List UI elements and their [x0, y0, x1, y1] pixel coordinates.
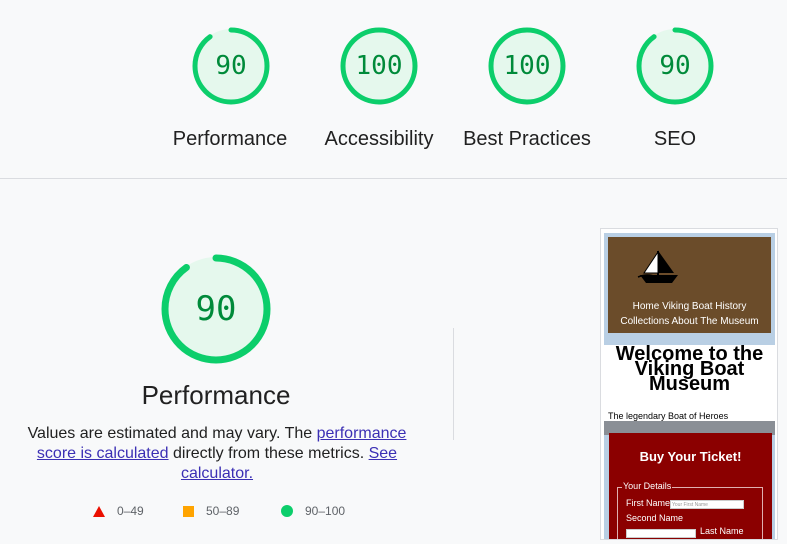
circle-icon: [281, 505, 293, 517]
square-icon: [183, 505, 194, 517]
gauge-score: 90: [215, 51, 247, 81]
gauge-label-best-practices: Best Practices: [463, 128, 591, 150]
legend-range: 0–49: [117, 504, 144, 518]
performance-gauge-large: 90: [160, 253, 272, 365]
first-name-input: Your First Name: [670, 500, 744, 509]
gauge-accessibility[interactable]: 100: [339, 26, 419, 106]
ship-logo-icon: [637, 250, 678, 283]
first-name-label: First Name: [626, 498, 671, 508]
nav-line: Home Viking Boat History: [632, 301, 747, 312]
vertical-divider: [453, 328, 454, 440]
gauge-label-performance: Performance: [172, 128, 288, 150]
performance-title: Performance: [141, 380, 291, 410]
section-divider: [0, 178, 787, 179]
category-summary: 90 Performance 100 Accessibility 100 Bes…: [0, 0, 787, 178]
gauge-best-practices[interactable]: 100: [487, 26, 567, 106]
screenshot-heading: Welcome to the Viking Boat Museum: [615, 343, 764, 395]
description-text: directly from these metrics.: [168, 445, 369, 462]
description-text: Values are estimated and may vary. The: [27, 425, 317, 442]
fieldset-legend: Your Details: [622, 481, 673, 491]
screenshot-welcome: Welcome to the Viking Boat Museum The le…: [604, 343, 775, 433]
gauge-seo[interactable]: 90: [635, 26, 715, 106]
gauge-score: 90: [659, 51, 691, 81]
performance-description: Values are estimated and may vary. The p…: [22, 424, 412, 484]
gauge-score: 100: [503, 51, 551, 81]
second-name-label: Second Name: [626, 513, 684, 523]
legend-average: 50–89: [183, 503, 239, 519]
legend-range: 90–100: [305, 504, 346, 518]
gauge-label-accessibility: Accessibility: [324, 128, 434, 150]
screenshot-nav: Home Viking Boat History Collections Abo…: [608, 299, 771, 329]
ticket-title: Buy Your Ticket!: [639, 449, 742, 464]
performance-score: 90: [195, 289, 237, 329]
legend-range: 50–89: [206, 504, 240, 518]
screenshot-ticket-section: Buy Your Ticket! Your Details First Name…: [609, 433, 772, 539]
screenshot-page: Home Viking Boat History Collections Abo…: [604, 233, 775, 539]
gauge-performance[interactable]: 90: [191, 26, 271, 106]
final-screenshot[interactable]: Home Viking Boat History Collections Abo…: [600, 228, 778, 540]
gauge-label-seo: SEO: [653, 128, 697, 150]
legend-pass: 90–100: [281, 503, 345, 519]
gauge-score: 100: [355, 51, 403, 81]
legend-fail: 0–49: [93, 503, 144, 519]
second-name-input: [626, 529, 696, 538]
screenshot-tagline: The legendary Boat of Heroes: [608, 411, 729, 421]
nav-line: Collections About The Museum: [620, 316, 759, 327]
triangle-icon: [93, 505, 105, 517]
details-fieldset: Your Details First Name Your First Name …: [617, 481, 763, 539]
screenshot-header: Home Viking Boat History Collections Abo…: [608, 237, 771, 333]
last-name-label: Last Name: [700, 526, 744, 536]
